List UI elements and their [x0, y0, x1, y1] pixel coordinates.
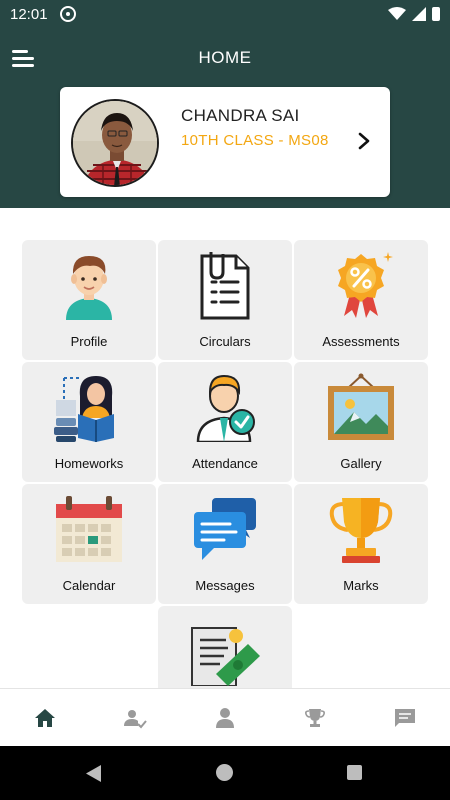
signal-icon: [412, 7, 426, 21]
tile-label: Attendance: [192, 456, 258, 471]
status-bar: 12:01: [0, 0, 450, 28]
tile-label: Calendar: [62, 578, 116, 593]
at-sign-icon: [59, 6, 76, 22]
nav-marks[interactable]: [270, 689, 360, 746]
tile-label: Gallery: [340, 456, 382, 471]
tile-label: Profile: [70, 334, 108, 349]
tile-assessments[interactable]: Assessments: [294, 240, 428, 360]
person-icon: [216, 707, 234, 728]
attendance-icon: [196, 374, 255, 442]
tile-circulars[interactable]: Circulars: [158, 240, 292, 360]
bottom-navigation: [0, 688, 450, 746]
chat-icon: [395, 708, 415, 727]
system-navigation-bar: [0, 746, 450, 800]
page-title: HOME: [198, 48, 252, 67]
calendar-icon: [56, 496, 122, 562]
gallery-icon: [328, 373, 394, 440]
tile-attendance[interactable]: Attendance: [158, 362, 292, 482]
tile-gallery[interactable]: Gallery: [294, 362, 428, 482]
home-circle-icon[interactable]: [216, 764, 233, 781]
student-profile-card[interactable]: CHANDRA SAI 10TH CLASS - MS08: [60, 87, 390, 197]
homeworks-icon: [54, 376, 114, 442]
avatar: [71, 99, 159, 187]
profile-icon: [66, 256, 112, 320]
tile-marks[interactable]: Marks: [294, 484, 428, 604]
tile-homeworks[interactable]: Homeworks: [22, 362, 156, 482]
attendance-check-icon: [124, 709, 147, 728]
tile-messages[interactable]: Messages: [158, 484, 292, 604]
fees-icon: [191, 627, 260, 686]
tile-profile[interactable]: Profile: [22, 240, 156, 360]
wifi-icon: [388, 7, 406, 20]
tile-calendar[interactable]: Calendar: [22, 484, 156, 604]
nav-attendance[interactable]: [90, 689, 180, 746]
nav-messages[interactable]: [360, 689, 450, 746]
recent-apps-icon[interactable]: [347, 765, 362, 780]
tile-label: Assessments: [322, 334, 400, 349]
assessments-icon: [338, 252, 393, 318]
app-screen: 12:01 HOME CHANDRA SAI 10TH CLASS - MS08…: [0, 0, 450, 800]
nav-profile[interactable]: [180, 689, 270, 746]
tile-label: Circulars: [199, 334, 251, 349]
tile-label: Homeworks: [54, 456, 124, 471]
status-time: 12:01: [10, 5, 48, 23]
battery-icon: [432, 7, 440, 21]
student-class: 10TH CLASS - MS08: [181, 132, 329, 149]
messages-icon: [194, 498, 256, 560]
tile-label: Messages: [195, 578, 255, 593]
chevron-right-icon[interactable]: [356, 132, 372, 150]
circulars-icon: [200, 252, 250, 320]
trophy-icon: [305, 708, 325, 727]
home-header: HOME CHANDRA SAI 10TH CLASS - MS08: [0, 28, 450, 208]
marks-icon: [329, 498, 393, 563]
home-icon: [35, 708, 55, 727]
student-name: CHANDRA SAI: [181, 106, 300, 125]
status-icons: [388, 7, 440, 21]
back-icon[interactable]: [86, 765, 102, 782]
tile-label: Marks: [343, 578, 379, 593]
nav-home[interactable]: [0, 689, 90, 746]
